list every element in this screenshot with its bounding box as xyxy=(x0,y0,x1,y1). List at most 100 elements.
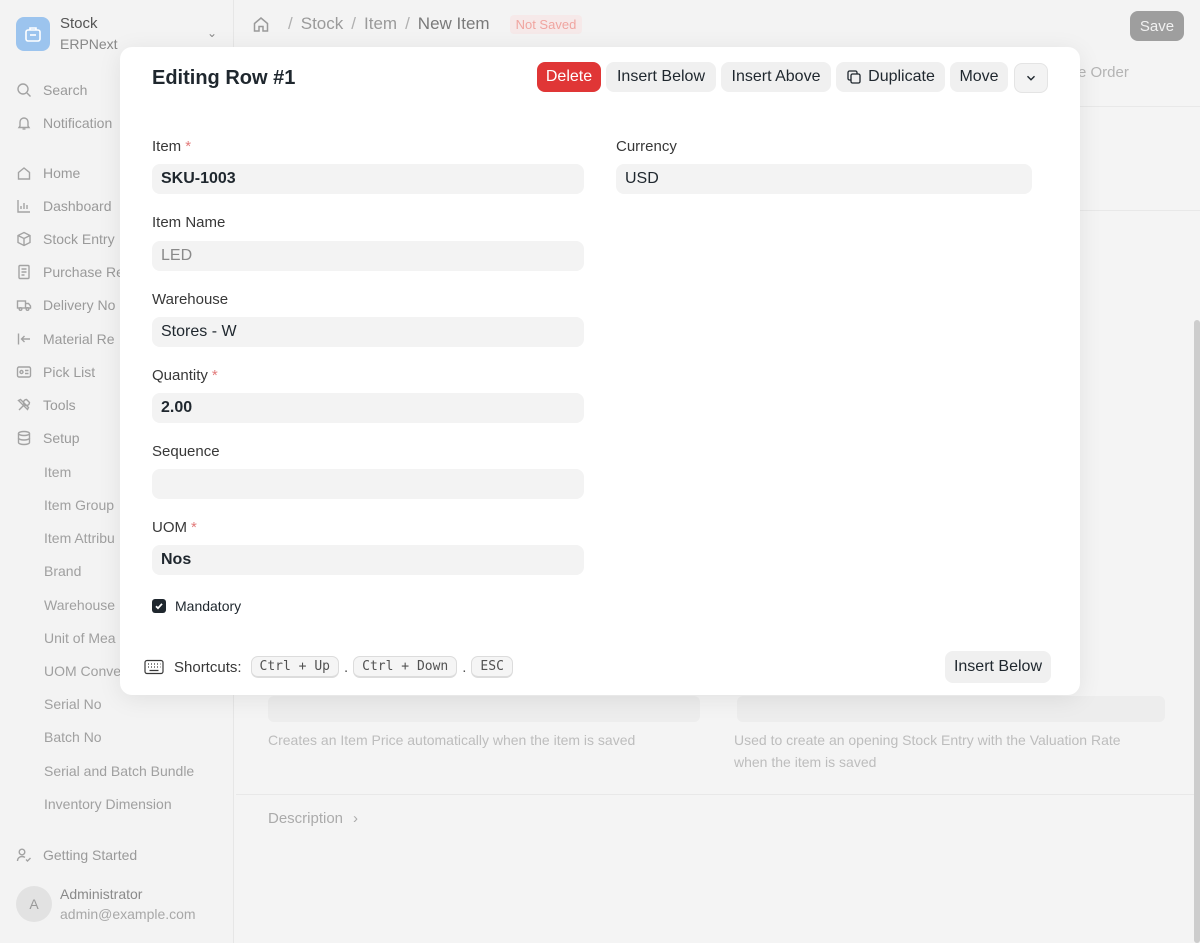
duplicate-button[interactable]: Duplicate xyxy=(836,62,945,92)
insert-above-button[interactable]: Insert Above xyxy=(721,62,831,92)
currency-field[interactable]: USD xyxy=(616,164,1032,194)
item-field[interactable]: SKU-1003 xyxy=(152,164,584,194)
help-text: Used to create an opening Stock Entry wi… xyxy=(734,732,1121,770)
breadcrumb-stock[interactable]: Stock xyxy=(301,14,344,34)
status-badge: Not Saved xyxy=(509,14,583,34)
sidebar-item-stock-entry[interactable]: Stock Entry xyxy=(16,228,115,250)
shortcuts-label: Shortcuts: xyxy=(174,658,242,676)
currency-label: Currency xyxy=(616,138,677,155)
required-marker: * xyxy=(191,519,197,536)
dashboard-icon xyxy=(16,198,32,214)
user-email: admin@example.com xyxy=(60,906,196,922)
user-menu[interactable]: A Administrator admin@example.com xyxy=(16,884,196,924)
help-text: Creates an Item Price automatically when… xyxy=(268,732,636,748)
sequence-field[interactable] xyxy=(152,469,584,499)
quantity-field[interactable]: 2.00 xyxy=(152,393,584,423)
sidebar-sub-item[interactable]: Item xyxy=(44,461,71,483)
quantity-label: Quantity * xyxy=(152,367,218,384)
sidebar-item-pick-list[interactable]: Pick List xyxy=(16,361,95,383)
required-marker: * xyxy=(211,367,218,384)
home-icon[interactable] xyxy=(252,15,270,33)
background-field xyxy=(737,696,1165,722)
field-label-text: UOM xyxy=(152,519,187,536)
delete-button[interactable]: Delete xyxy=(537,62,601,92)
receipt-icon xyxy=(16,264,32,280)
sidebar-item-setup[interactable]: Setup xyxy=(16,427,80,449)
item-name-field[interactable]: LED xyxy=(152,241,584,271)
page-title: New Item xyxy=(417,14,490,33)
sidebar-sub-item[interactable]: Unit of Mea xyxy=(44,627,116,649)
user-name: Administrator xyxy=(60,886,143,902)
sidebar-sub-item[interactable]: Serial No xyxy=(44,693,102,715)
sidebar-item-label: Purchase Re xyxy=(43,264,124,280)
sidebar-item-purchase-receipt[interactable]: Purchase Re xyxy=(16,261,124,283)
move-button[interactable]: Move xyxy=(950,62,1008,92)
sidebar-sub-item[interactable]: UOM Conve xyxy=(44,660,121,682)
topbar: / Stock / Item / New Item Not Saved Save xyxy=(234,0,1200,50)
background-field xyxy=(268,696,700,722)
mandatory-label: Mandatory xyxy=(175,598,242,614)
sidebar-sub-item[interactable]: Item Attribu xyxy=(44,527,115,549)
chevron-down-icon: ⌄ xyxy=(206,26,217,40)
pick-list-icon xyxy=(16,364,32,380)
mandatory-checkbox-row[interactable]: Mandatory xyxy=(152,598,241,614)
sidebar-sub-item[interactable]: Brand xyxy=(44,560,81,582)
sidebar-item-material-request[interactable]: Material Re xyxy=(16,328,115,350)
sidebar-item-delivery-note[interactable]: Delivery No xyxy=(16,294,115,316)
sequence-label: Sequence xyxy=(152,443,220,460)
breadcrumb-separator: / xyxy=(288,14,293,33)
shortcuts-bar: Shortcuts: Ctrl + Up . Ctrl + Down . ESC xyxy=(144,656,513,678)
tools-icon xyxy=(16,397,32,413)
sidebar-item-home[interactable]: Home xyxy=(16,162,80,184)
footer-insert-below-button[interactable]: Insert Below xyxy=(944,651,1051,683)
sidebar-item-getting-started[interactable]: Getting Started xyxy=(16,844,137,866)
database-icon xyxy=(16,430,32,446)
sidebar-item-label: Delivery No xyxy=(43,297,116,313)
sidebar-item-label: Pick List xyxy=(43,364,96,380)
check-icon xyxy=(155,603,163,610)
sidebar-sub-item[interactable]: Warehouse xyxy=(44,594,115,616)
mandatory-checkbox[interactable] xyxy=(152,599,166,613)
truck-icon xyxy=(16,297,32,313)
more-options-button[interactable] xyxy=(1014,63,1048,93)
chevron-down-icon xyxy=(1027,75,1035,81)
breadcrumb-item[interactable]: Item xyxy=(364,14,397,34)
sidebar-search-label: Search xyxy=(43,82,88,98)
duplicate-label: Duplicate xyxy=(868,68,935,85)
shortcut-separator: . xyxy=(462,658,467,676)
sidebar-item-label: Home xyxy=(43,165,81,181)
user-check-icon xyxy=(16,847,32,863)
section-label: Description xyxy=(268,810,344,827)
sidebar-sub-item[interactable]: Serial and Batch Bundle xyxy=(44,760,194,782)
sidebar-notifications[interactable]: Notification xyxy=(16,112,112,134)
app-name: Stock xyxy=(60,15,98,32)
uom-field[interactable]: Nos xyxy=(152,545,584,575)
field-label-text: Item xyxy=(152,138,182,155)
uom-label: UOM * xyxy=(152,519,197,536)
scrollbar[interactable] xyxy=(1194,320,1200,943)
shortcut-key: Ctrl + Down xyxy=(353,656,458,678)
keyboard-icon xyxy=(144,659,164,675)
description-section: Description › xyxy=(268,810,358,827)
sidebar-item-dashboard[interactable]: Dashboard xyxy=(16,195,112,217)
sidebar-search[interactable]: Search xyxy=(16,79,87,101)
sidebar-sub-item[interactable]: Item Group xyxy=(44,494,114,516)
breadcrumb-separator: / xyxy=(351,14,356,33)
warehouse-field[interactable]: Stores - W xyxy=(152,317,584,347)
item-label: Item * xyxy=(152,138,191,155)
divider xyxy=(236,794,1200,795)
bell-icon xyxy=(16,115,32,131)
sidebar-sub-item[interactable]: Inventory Dimension xyxy=(44,793,172,815)
insert-below-button[interactable]: Insert Below xyxy=(606,62,716,92)
breadcrumb-separator: / xyxy=(405,14,410,33)
app-subtitle: ERPNext xyxy=(60,36,118,52)
sidebar-notifications-label: Notification xyxy=(43,115,113,131)
save-button[interactable]: Save xyxy=(1130,11,1184,41)
sidebar-item-label: Stock Entry xyxy=(43,231,115,247)
sidebar-sub-item[interactable]: Batch No xyxy=(44,726,102,748)
sidebar-item-label: Tools xyxy=(43,397,76,413)
edit-row-dialog: Editing Row #1 Delete Insert Below Inser… xyxy=(120,47,1080,695)
sidebar-item-tools[interactable]: Tools xyxy=(16,394,76,416)
warehouse-label: Warehouse xyxy=(152,291,229,308)
search-icon xyxy=(16,82,32,98)
